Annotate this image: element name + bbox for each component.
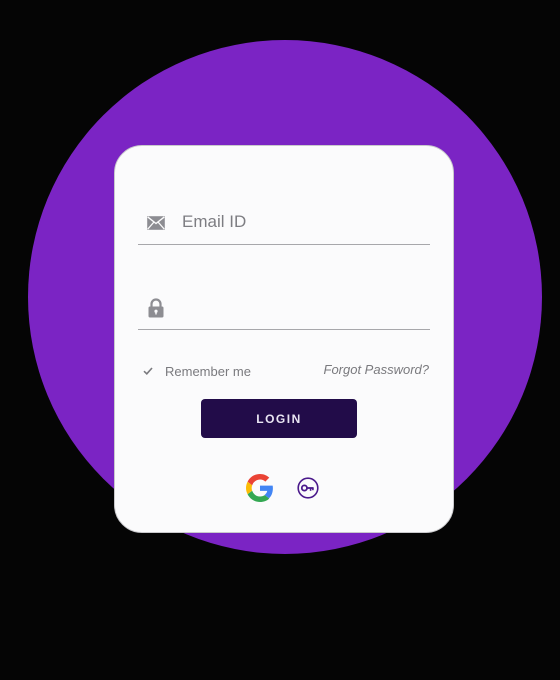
- forgot-password-link[interactable]: Forgot Password?: [324, 362, 430, 377]
- login-card: Remember me Forgot Password? LOGIN: [114, 145, 454, 533]
- envelope-icon: [146, 213, 166, 233]
- passkey-login-button[interactable]: [293, 473, 323, 503]
- remember-me-checkbox[interactable]: Remember me: [141, 362, 251, 380]
- google-icon: [246, 474, 273, 502]
- password-input[interactable]: [182, 292, 422, 322]
- page-background: Remember me Forgot Password? LOGIN: [0, 0, 560, 680]
- email-input[interactable]: [182, 207, 422, 237]
- social-login-group: [233, 473, 335, 503]
- login-button[interactable]: LOGIN: [201, 399, 357, 438]
- check-icon: [141, 364, 155, 378]
- google-login-button[interactable]: [245, 473, 275, 503]
- email-field-row: [138, 201, 430, 245]
- password-field-row: [138, 286, 430, 330]
- key-icon: [297, 477, 319, 499]
- remember-me-label: Remember me: [165, 363, 251, 379]
- lock-icon: [146, 298, 166, 318]
